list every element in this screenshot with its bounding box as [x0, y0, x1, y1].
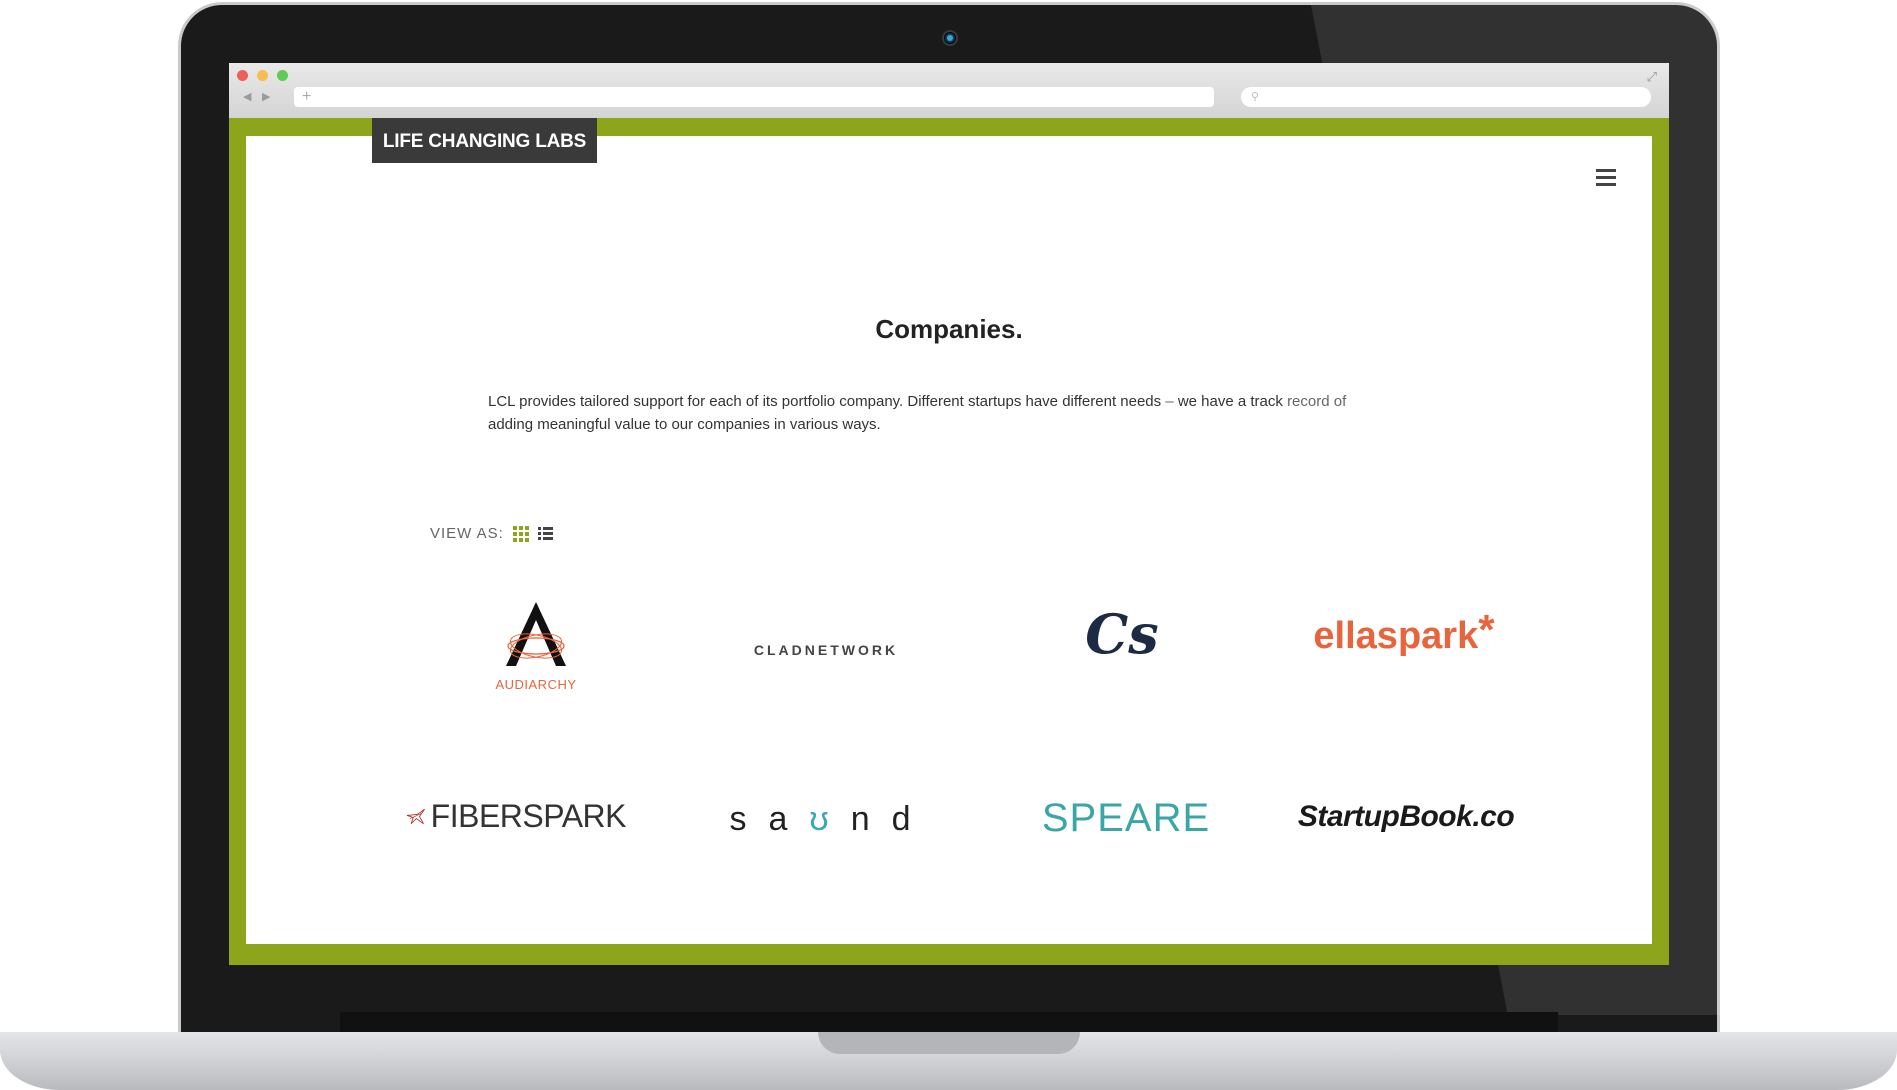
company-logo-saund[interactable]: saʊnd [716, 800, 946, 839]
new-tab-plus-icon[interactable]: + [302, 87, 311, 107]
saund-letter: s [729, 800, 769, 838]
browser-search-field[interactable]: ⚲ [1241, 87, 1651, 107]
intro-paragraph: LCL provides tailored support for each o… [488, 390, 1388, 436]
list-view-icon[interactable] [537, 527, 553, 540]
camera-icon [942, 30, 958, 46]
site-logo[interactable]: LIFE CHANGING LABS [372, 118, 597, 163]
company-logo-startupbook[interactable]: StartupBook.co [1286, 800, 1526, 834]
company-logo-audiarchy[interactable]: AUDIARCHY [466, 602, 606, 692]
browser-toolbar: ◀ ▶ + ⚲ ⤢ [229, 63, 1669, 118]
minimize-window-button[interactable] [257, 70, 268, 81]
fullscreen-icon[interactable]: ⤢ [1647, 69, 1657, 85]
ellaspark-star: * [1478, 606, 1495, 653]
saund-letter: d [891, 800, 933, 838]
hamburger-menu-icon[interactable] [1596, 169, 1616, 187]
forward-arrow-icon[interactable]: ▶ [262, 90, 270, 103]
fiberspark-bird-icon [406, 808, 425, 824]
browser-window: ◀ ▶ + ⚲ ⤢ LIFE CHANGING LABS Companies. … [229, 63, 1669, 965]
search-icon: ⚲ [1251, 91, 1260, 103]
saund-letter: n [850, 800, 892, 838]
company-logo-speare[interactable]: SPEARE [1026, 796, 1226, 841]
grid-view-icon[interactable] [512, 525, 529, 542]
intro-text-rest: we have a track [1177, 393, 1288, 410]
intro-text-line2: adding meaningful value to our companies… [488, 416, 881, 433]
audiarchy-label: AUDIARCHY [495, 677, 577, 692]
close-window-button[interactable] [237, 70, 248, 81]
audiarchy-mark-icon [506, 602, 566, 666]
company-logo-fiberspark[interactable]: FIBERSPARK [406, 798, 627, 835]
web-page: LIFE CHANGING LABS Companies. LCL provid… [246, 118, 1652, 944]
laptop-hinge [340, 1012, 1558, 1032]
address-bar[interactable]: + [294, 87, 1214, 107]
back-arrow-icon[interactable]: ◀ [243, 90, 251, 103]
intro-text-main: LCL provides tailored support for each o… [488, 393, 1162, 410]
view-as-toggle: VIEW AS: [430, 525, 553, 542]
page-title: Companies. [875, 314, 1023, 344]
intro-text-record: record of [1287, 393, 1347, 410]
saund-letter: ʊ [809, 800, 851, 838]
company-logo-cs[interactable]: Cs [1072, 604, 1172, 664]
intro-dash: – [1161, 393, 1178, 410]
company-logo-cladnetwork[interactable]: CLADNETWORK [706, 642, 946, 658]
view-as-label: VIEW AS: [430, 525, 504, 542]
laptop-base-notch [818, 1032, 1080, 1054]
saund-letter: a [768, 800, 810, 838]
company-logo-ellaspark[interactable]: ellaspark* [1294, 606, 1514, 658]
ellaspark-label: ellaspark [1313, 615, 1479, 657]
zoom-window-button[interactable] [277, 70, 288, 81]
fiberspark-label: FIBERSPARK [430, 798, 627, 834]
